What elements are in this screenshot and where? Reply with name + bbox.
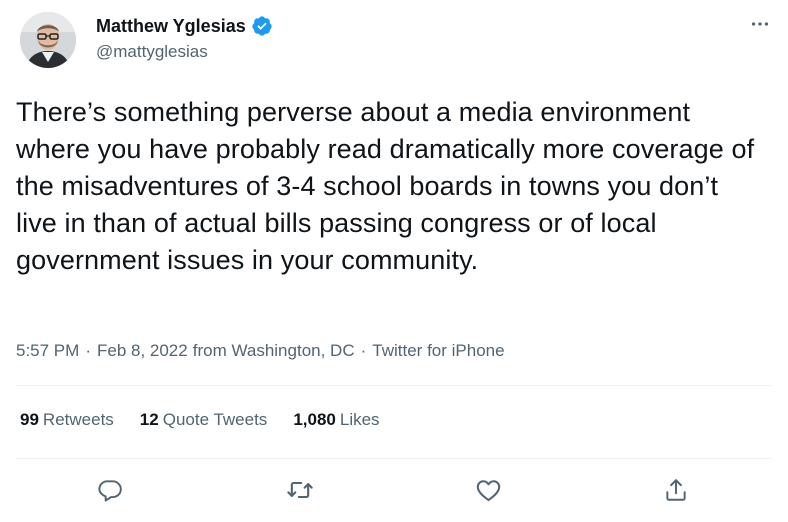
- tweet-location: from Washington, DC: [192, 341, 355, 360]
- quote-tweets-stat[interactable]: 12 Quote Tweets: [140, 410, 268, 430]
- author-name-row: Matthew Yglesias: [96, 14, 273, 38]
- retweets-label: Retweets: [42, 410, 114, 429]
- divider: [16, 458, 772, 459]
- heart-icon: [476, 479, 500, 501]
- author-info: Matthew Yglesias @mattyglesias: [96, 14, 273, 62]
- divider: [16, 385, 772, 386]
- avatar-image: [20, 12, 76, 68]
- reply-icon: [98, 480, 122, 502]
- avatar[interactable]: [20, 12, 76, 68]
- likes-stat[interactable]: 1,080 Likes: [293, 410, 379, 430]
- quote-tweets-label: Quote Tweets: [162, 410, 268, 429]
- tweet-stats: 99 Retweets 12 Quote Tweets 1,080 Likes: [20, 410, 406, 430]
- tweet-date[interactable]: Feb 8, 2022: [97, 341, 188, 361]
- share-button[interactable]: [658, 472, 694, 508]
- more-options-button[interactable]: [746, 10, 774, 38]
- tweet-actions-bar: [0, 472, 788, 508]
- retweets-count: 99: [20, 410, 39, 429]
- more-horizontal-icon: [751, 22, 769, 26]
- likes-label: Likes: [339, 410, 380, 429]
- tweet-source[interactable]: Twitter for iPhone: [372, 341, 504, 361]
- retweets-stat[interactable]: 99 Retweets: [20, 410, 114, 430]
- tweet-time[interactable]: 5:57 PM: [16, 341, 79, 361]
- tweet-metadata: 5:57 PM · Feb 8, 2022 from Washington, D…: [16, 341, 505, 361]
- retweet-button[interactable]: [282, 472, 318, 508]
- tweet-card: Matthew Yglesias @mattyglesias There’s s…: [0, 0, 788, 522]
- quote-tweets-count: 12: [139, 410, 159, 429]
- verified-badge-icon: [251, 15, 273, 37]
- meta-separator: ·: [360, 341, 367, 360]
- share-icon: [666, 479, 686, 501]
- author-display-name[interactable]: Matthew Yglesias: [96, 16, 246, 37]
- tweet-text: There’s something perverse about a media…: [16, 97, 755, 275]
- likes-count: 1,080: [293, 410, 336, 429]
- like-button[interactable]: [470, 472, 506, 508]
- meta-separator: ·: [85, 341, 91, 360]
- author-handle[interactable]: @mattyglesias: [96, 42, 273, 62]
- reply-button[interactable]: [92, 472, 128, 508]
- retweet-icon: [287, 481, 313, 499]
